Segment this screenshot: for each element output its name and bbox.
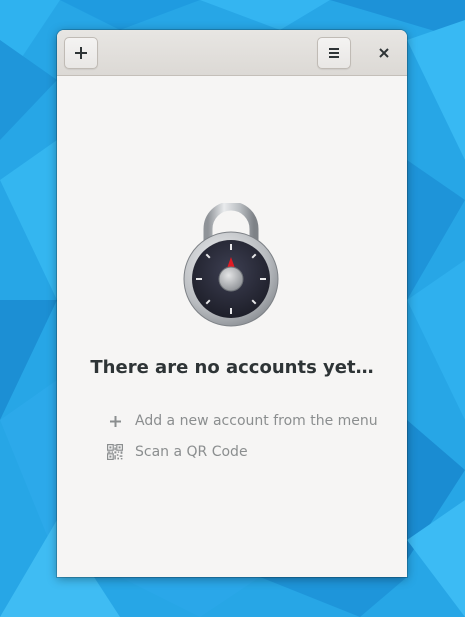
close-window-button[interactable] xyxy=(369,37,399,69)
plus-icon xyxy=(107,413,123,429)
empty-state-title: There are no accounts yet… xyxy=(90,357,374,378)
close-icon xyxy=(379,48,389,58)
padlock-icon xyxy=(183,203,279,327)
empty-state: There are no accounts yet… Add a new acc… xyxy=(57,76,407,577)
hamburger-menu-icon xyxy=(329,48,339,58)
main-menu-button[interactable] xyxy=(317,37,351,69)
add-account-hint-label: Add a new account from the menu xyxy=(135,413,378,429)
scan-qr-hint-label: Scan a QR Code xyxy=(135,444,248,460)
plus-icon xyxy=(75,47,87,59)
authenticator-window: There are no accounts yet… Add a new acc… xyxy=(57,30,407,577)
header-bar xyxy=(57,30,407,76)
qr-code-icon xyxy=(107,444,123,460)
scan-qr-hint: Scan a QR Code xyxy=(107,442,248,462)
add-account-button[interactable] xyxy=(64,37,98,69)
add-account-hint: Add a new account from the menu xyxy=(107,411,378,431)
